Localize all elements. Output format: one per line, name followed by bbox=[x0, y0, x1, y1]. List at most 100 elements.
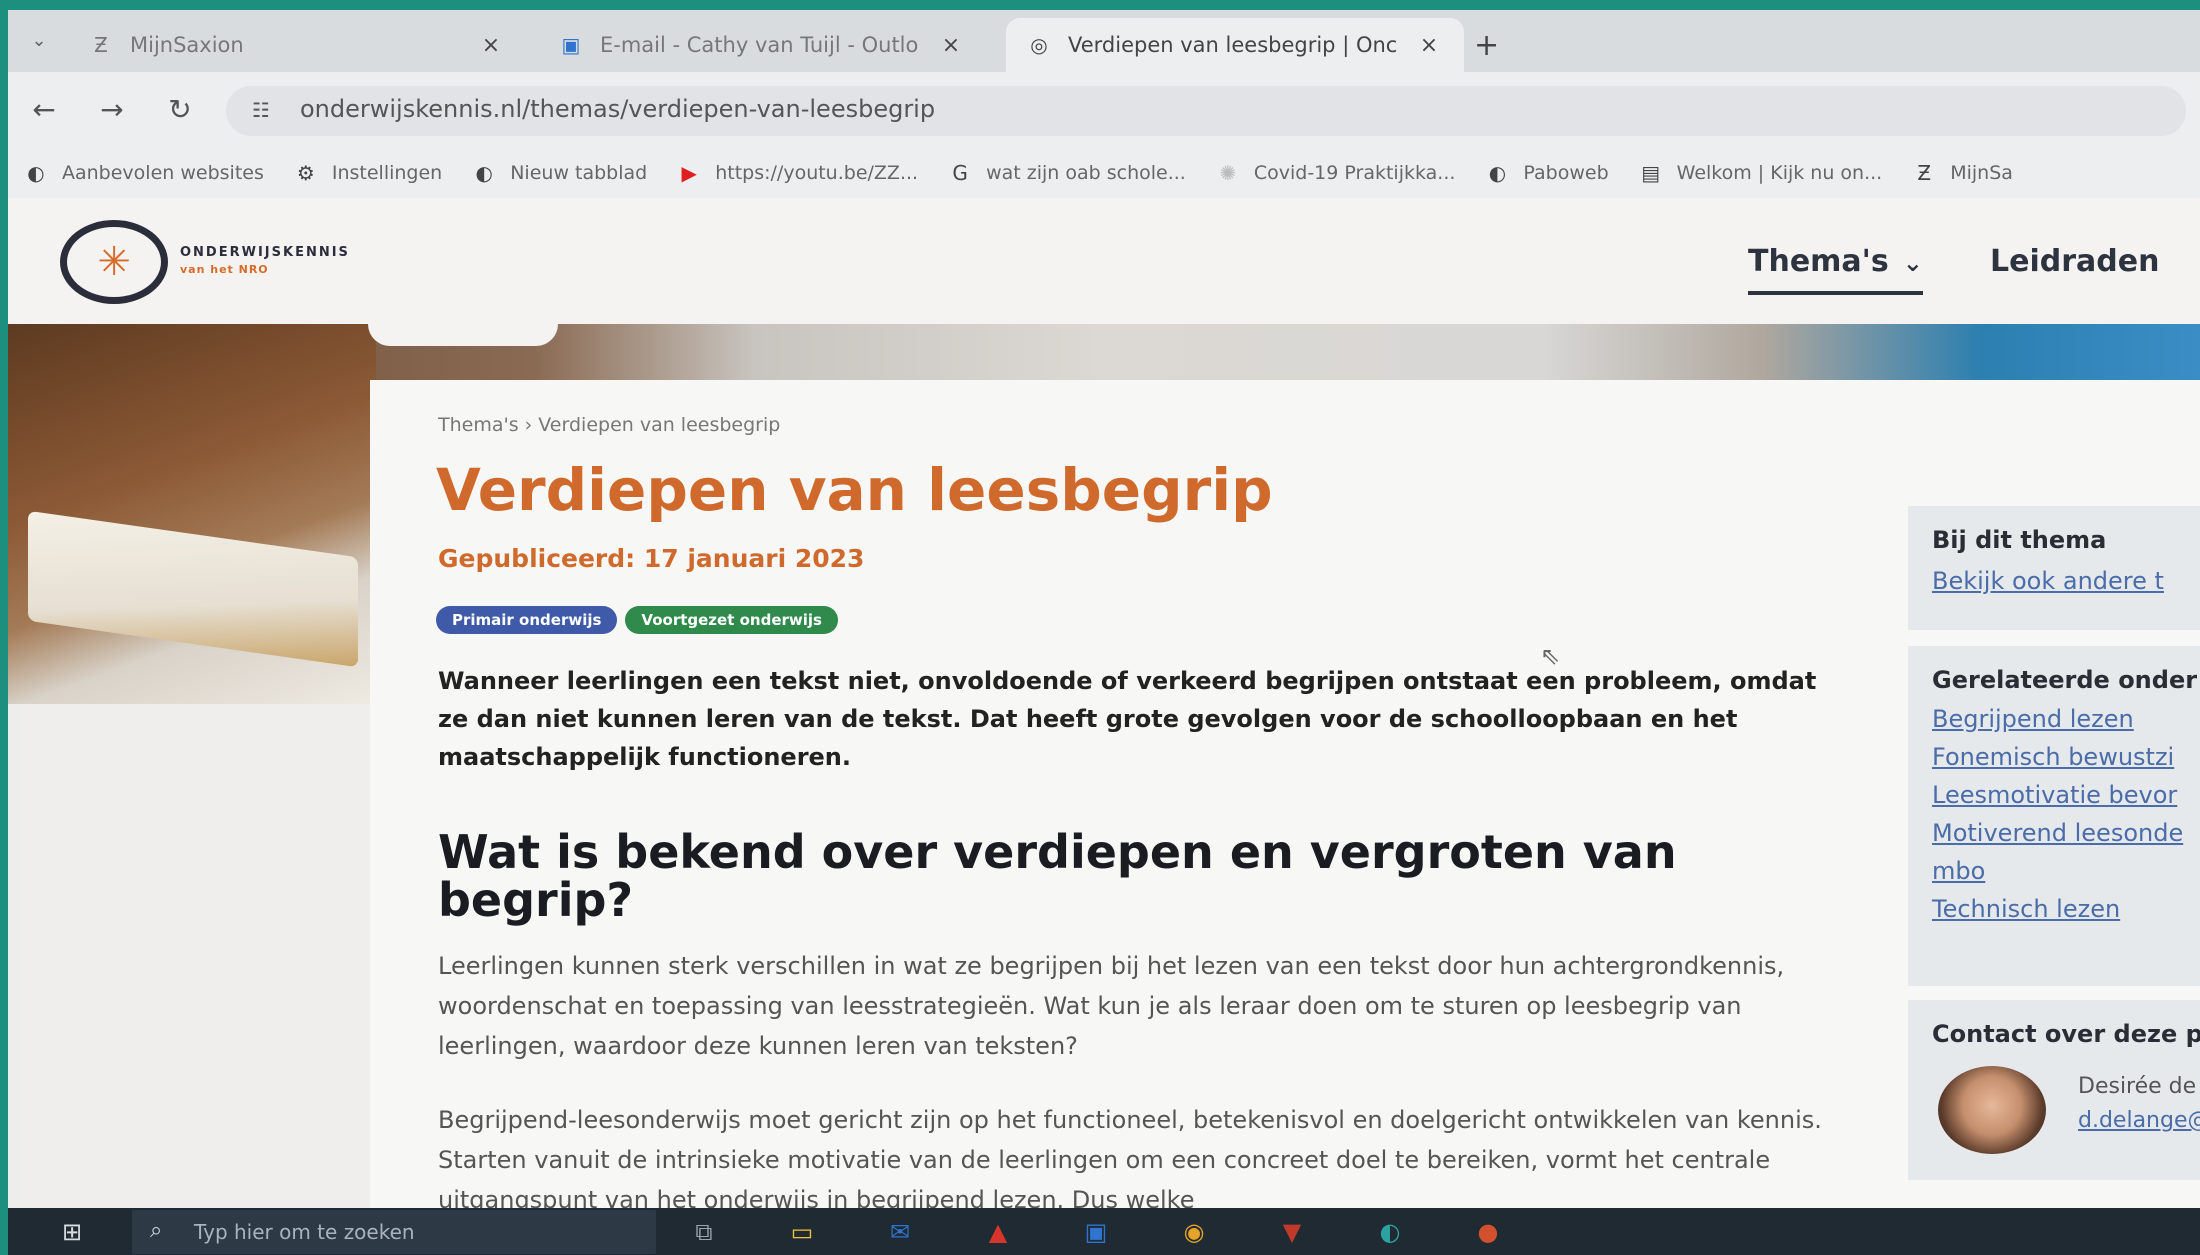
bookmark-aanbevolen-websites[interactable]: ◐ Aanbevolen websites bbox=[22, 159, 264, 187]
tab-outlook[interactable]: ▣ E-mail - Cathy van Tuijl - Outlo × bbox=[538, 18, 986, 72]
sidebar-contact: Contact over deze pa Desirée de L d.dela… bbox=[1908, 1000, 2200, 1180]
link-bekijk-ook-andere[interactable]: Bekijk ook andere t bbox=[1932, 562, 2200, 600]
close-icon[interactable]: × bbox=[936, 33, 966, 58]
nav-themas-label: Thema's bbox=[1748, 244, 1889, 279]
search-icon: ⌕ bbox=[150, 1218, 163, 1243]
page-title: Verdiepen van leesbegrip bbox=[436, 456, 1273, 524]
forward-icon[interactable]: → bbox=[92, 92, 132, 128]
link-technisch-lezen[interactable]: Technisch lezen bbox=[1932, 890, 2200, 928]
bookmark-youtube[interactable]: ▶ https://youtu.be/ZZ... bbox=[675, 159, 919, 187]
link-mbo[interactable]: mbo bbox=[1932, 852, 2200, 890]
hero-tab-shape bbox=[368, 324, 558, 346]
close-icon[interactable]: × bbox=[1414, 33, 1444, 58]
contact-email-link[interactable]: d.delange@ bbox=[2078, 1108, 2200, 1133]
breadcrumb[interactable]: Thema's › Verdiepen van leesbegrip bbox=[438, 414, 780, 436]
teams-icon[interactable]: ▣ bbox=[1076, 1212, 1116, 1252]
close-icon[interactable]: × bbox=[476, 33, 506, 58]
task-view-icon[interactable]: ⧉ bbox=[684, 1212, 724, 1252]
tab-verdiepen-van-leesbegrip[interactable]: ◎ Verdiepen van leesbegrip | Onc × bbox=[1006, 18, 1464, 72]
bookmark-label: Covid-19 Praktijkka... bbox=[1253, 162, 1456, 184]
left-column bbox=[22, 704, 378, 1255]
tag-primair-onderwijs[interactable]: Primair onderwijs bbox=[436, 606, 618, 634]
outlook-icon: ▣ bbox=[561, 33, 581, 57]
chrome-icon[interactable]: ◉ bbox=[1174, 1212, 1214, 1252]
saxion-icon: Ƶ bbox=[1917, 161, 1932, 185]
globe-icon: ◎ bbox=[1030, 33, 1048, 57]
windows-taskbar: ⊞ ⌕ Typ hier om te zoeken ⧉ ▭ ✉ ▲ ▣ ◉ ▼ ◐ ● bbox=[8, 1208, 2200, 1255]
bookmark-label: Welkom | Kijk nu on... bbox=[1676, 162, 1883, 184]
tab-strip: ⌄ Ƶ MijnSaxion × ▣ E-mail - Cathy van Tu… bbox=[8, 10, 2200, 72]
logo-text[interactable]: ONDERWIJSKENNIS van het NRO bbox=[180, 244, 350, 278]
page-body: Thema's › Verdiepen van leesbegrip Verdi… bbox=[8, 324, 2200, 1255]
tag-voortgezet-onderwijs[interactable]: Voortgezet onderwijs bbox=[625, 606, 838, 634]
logo-name: ONDERWIJSKENNIS bbox=[180, 245, 350, 260]
globe-icon: ◐ bbox=[1488, 161, 1507, 185]
site-header: ✳ ONDERWIJSKENNIS van het NRO Thema's ⌄ L… bbox=[8, 198, 2200, 324]
taskbar-apps: ⧉ ▭ ✉ ▲ ▣ ◉ ▼ ◐ ● bbox=[684, 1212, 1508, 1252]
file-explorer-icon[interactable]: ▭ bbox=[782, 1212, 822, 1252]
edge-icon[interactable]: ◐ bbox=[1370, 1212, 1410, 1252]
covid-icon: ✺ bbox=[1219, 161, 1237, 185]
globe-icon: ◐ bbox=[475, 161, 493, 185]
tab-search-chevron-icon[interactable]: ⌄ bbox=[22, 26, 56, 56]
article-card: Thema's › Verdiepen van leesbegrip Verdi… bbox=[370, 380, 2200, 1255]
bookmark-google[interactable]: Gwat zijn oab schole... bbox=[946, 159, 1186, 187]
new-tab-button[interactable]: + bbox=[1474, 28, 1499, 63]
bookmark-paboweb[interactable]: ◐ Paboweb bbox=[1483, 159, 1609, 187]
body-paragraph-1: Leerlingen kunnen sterk verschillen in w… bbox=[438, 952, 1785, 1060]
link-fonemisch-bewustzijn[interactable]: Fonemisch bewustzi bbox=[1932, 738, 2200, 776]
link-begrijpend-lezen[interactable]: Begrijpend lezen bbox=[1932, 700, 2200, 738]
back-icon[interactable]: ← bbox=[24, 92, 64, 128]
bookmarks-bar: ◐ Aanbevolen websites ⚙ Instellingen ◐ Nieu… bbox=[8, 148, 2200, 198]
sidebar-bij-dit-thema: Bij dit thema Bekijk ook andere t bbox=[1908, 506, 2200, 630]
tab-title: E-mail - Cathy van Tuijl - Outlo bbox=[600, 33, 919, 57]
reload-icon[interactable]: ↻ bbox=[160, 92, 200, 128]
app-icon[interactable]: ▼ bbox=[1272, 1212, 1312, 1252]
tab-mijnsaxion[interactable]: Ƶ MijnSaxion × bbox=[68, 18, 526, 72]
tag-list: Primair onderwijs Voortgezet onderwijs bbox=[436, 606, 838, 634]
saxion-icon: Ƶ bbox=[94, 33, 108, 57]
sidebar-title: Contact over deze pa bbox=[1932, 1020, 2200, 1048]
bookmark-instellingen[interactable]: ⚙ Instellingen bbox=[292, 159, 442, 187]
site-settings-icon[interactable]: ☷ bbox=[252, 98, 270, 122]
logo-sub: van het NRO bbox=[180, 263, 269, 276]
link-motiverend-leesonderwijs[interactable]: Motiverend leesonde bbox=[1932, 814, 2200, 852]
link-leesmotivatie[interactable]: Leesmotivatie bevor bbox=[1932, 776, 2200, 814]
bookmark-label: wat zijn oab schole... bbox=[986, 162, 1186, 184]
screen: ⌄ Ƶ MijnSaxion × ▣ E-mail - Cathy van Tu… bbox=[8, 10, 2200, 1255]
book-photo bbox=[8, 324, 376, 704]
sidebar-gerelateerde-onderwerpen: Gerelateerde onder Begrijpend lezen Fone… bbox=[1908, 646, 2200, 986]
bookmark-covid[interactable]: ✺ Covid-19 Praktijkka... bbox=[1214, 159, 1456, 187]
bookmark-nieuw-tabblad[interactable]: ◐ Nieuw tabblad bbox=[470, 159, 647, 187]
powerpoint-icon[interactable]: ● bbox=[1468, 1212, 1508, 1252]
tab-title: MijnSaxion bbox=[130, 33, 244, 57]
windows-start-icon[interactable]: ⊞ bbox=[54, 1214, 90, 1250]
tab-title: Verdiepen van leesbegrip | Onc bbox=[1068, 33, 1398, 57]
bookmark-label: Nieuw tabblad bbox=[510, 162, 648, 184]
bookmark-label: Paboweb bbox=[1523, 162, 1609, 184]
chevron-down-icon: ⌄ bbox=[1902, 249, 1923, 277]
page-icon: ▤ bbox=[1641, 161, 1661, 185]
address-bar[interactable]: ☷ onderwijskennis.nl/themas/verdiepen-va… bbox=[226, 86, 2186, 136]
bookmark-mijnsaxion[interactable]: Ƶ MijnSa bbox=[1910, 159, 2013, 187]
bookmark-label: Instellingen bbox=[331, 162, 443, 184]
search-placeholder: Typ hier om te zoeken bbox=[194, 1220, 415, 1244]
open-book-image bbox=[28, 510, 358, 668]
intro-paragraph: Wanneer leerlingen een tekst niet, onvol… bbox=[438, 667, 1817, 771]
taskbar-search-input[interactable]: ⌕ Typ hier om te zoeken bbox=[132, 1210, 656, 1254]
bookmark-label: https://youtu.be/ZZ... bbox=[715, 162, 919, 184]
url-text[interactable]: onderwijskennis.nl/themas/verdiepen-van-… bbox=[300, 95, 935, 123]
avatar bbox=[1938, 1066, 2046, 1154]
onderwijskennis-logo-icon[interactable]: ✳ bbox=[60, 220, 168, 304]
youtube-icon: ▶ bbox=[681, 161, 697, 185]
gear-icon: ⚙ bbox=[296, 161, 315, 185]
nav-themas[interactable]: Thema's ⌄ bbox=[1748, 244, 1923, 295]
google-icon: G bbox=[952, 161, 968, 185]
outlook-icon[interactable]: ✉ bbox=[880, 1212, 920, 1252]
sidebar-title: Bij dit thema bbox=[1932, 526, 2107, 554]
bookmark-welkom[interactable]: ▤ Welkom | Kijk nu on... bbox=[1637, 159, 1883, 187]
acrobat-icon[interactable]: ▲ bbox=[978, 1212, 1018, 1252]
published-date: Gepubliceerd: 17 januari 2023 bbox=[438, 544, 865, 573]
nav-leidraden[interactable]: Leidraden bbox=[1990, 244, 2159, 279]
bookmark-label: Aanbevolen websites bbox=[62, 162, 264, 184]
